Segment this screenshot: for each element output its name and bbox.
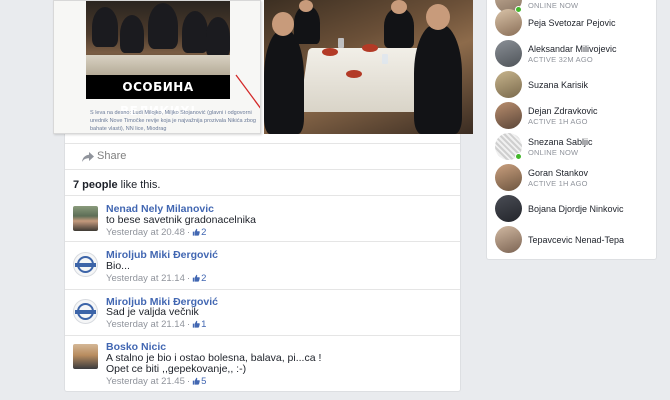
likes-suffix: like this. (117, 179, 161, 191)
chat-friend[interactable]: Tepavcevic Nenad-Tepa (495, 226, 655, 254)
comment-meta: Yesterday at 20.48 · 2 (106, 227, 206, 238)
like-thumb-icon (192, 320, 200, 328)
likes-summary: 7 people like this. (73, 179, 160, 191)
post-media[interactable]: ОСОБИНА ВЕЛИКИХ! S leva na desno: Ludi M… (53, 0, 473, 134)
comment-meta: Yesterday at 21.14 · 2 (106, 273, 206, 284)
chat-friend[interactable]: Snezana Sabljic ONLINE NOW (495, 133, 655, 161)
red-arrow-annotation (235, 74, 260, 109)
friend-name: Tepavcevic Nenad-Tepa (528, 235, 625, 245)
avatar[interactable] (73, 206, 98, 231)
comment-meta: Yesterday at 21.45 · 5 (106, 376, 206, 387)
avatar[interactable] (73, 252, 98, 277)
friend-name: Suzana Karisik (528, 80, 589, 90)
comment-text-line-2: Opet ce biti ,,gepekovanje,, :-) (106, 363, 247, 375)
chat-friend[interactable]: Bojana Djordje Ninkovic (495, 195, 655, 223)
comment-timestamp[interactable]: Yesterday at 21.14 (106, 319, 185, 330)
avatar[interactable] (73, 344, 98, 369)
avatar (495, 40, 522, 67)
like-thumb-icon (192, 377, 200, 385)
chat-friend[interactable]: Aleksandar Milivojevic ACTIVE 32M AGO (495, 40, 655, 68)
meta-separator: · (186, 319, 191, 330)
like-thumb-icon (192, 274, 200, 282)
comment: Nenad Nely Milanovic to bese savetnik gr… (65, 195, 460, 241)
friend-name: Aleksandar Milivojevic (528, 44, 617, 54)
scan-headline: ОСОБИНА ВЕЛИКИХ! (86, 75, 230, 118)
comment: Bosko Nicic A stalno je bio i ostao bole… (65, 335, 460, 390)
comment-like-count[interactable]: 1 (201, 319, 206, 330)
scan-group-photo (86, 1, 230, 75)
comment-timestamp[interactable]: Yesterday at 21.14 (106, 273, 185, 284)
comment-like-count[interactable]: 2 (201, 227, 206, 238)
comment-timestamp[interactable]: Yesterday at 20.48 (106, 227, 185, 238)
avatar (495, 102, 522, 129)
friend-name: Snezana Sabljic (528, 137, 593, 147)
comment: Miroljub Miki Đergović Sad je valjda več… (65, 289, 460, 335)
comment-like-count[interactable]: 5 (201, 376, 206, 387)
meta-separator: · (186, 376, 191, 387)
dinner-photo[interactable] (264, 0, 473, 134)
meta-separator: · (186, 273, 191, 284)
post-card: ОСОБИНА ВЕЛИКИХ! S leva na desno: Ludi M… (53, 0, 473, 392)
comment-like-count[interactable]: 2 (201, 273, 206, 284)
chat-friend[interactable]: Suzana Karisik (495, 71, 655, 99)
comment-timestamp[interactable]: Yesterday at 21.45 (106, 376, 185, 387)
avatar (495, 226, 522, 253)
friend-name: Bojana Djordje Ninkovic (528, 204, 624, 214)
friend-status: ONLINE NOW (528, 148, 579, 157)
like-thumb-icon (192, 228, 200, 236)
comment-text: Sad je valjda večnik (106, 306, 199, 318)
avatar[interactable] (73, 299, 98, 324)
chat-sidebar: ONLINE NOW Peja Svetozar Pejovic Aleksan… (486, 0, 657, 260)
chat-friend[interactable]: Peja Svetozar Pejovic (495, 9, 655, 37)
friend-name: Dejan Zdravkovic (528, 106, 598, 116)
meta-separator: · (186, 227, 191, 238)
avatar (495, 71, 522, 98)
share-button[interactable]: Share (97, 150, 126, 162)
avatar (495, 164, 522, 191)
likes-count-link[interactable]: 7 people (73, 179, 118, 191)
comment-text: to bese savetnik gradonacelnika (106, 214, 257, 226)
comment-meta: Yesterday at 21.14 · 1 (106, 319, 206, 330)
comment-text: Bio... (106, 260, 130, 272)
chat-friend[interactable]: Dejan Zdravkovic ACTIVE 1H AGO (495, 102, 655, 130)
avatar (495, 195, 522, 222)
friend-status: ACTIVE 1H AGO (528, 179, 588, 188)
friend-name: Peja Svetozar Pejovic (528, 18, 616, 28)
online-dot-icon (515, 153, 522, 160)
comment: Miroljub Miki Đergović Bio... Yesterday … (65, 241, 460, 289)
friend-name: Goran Stankov (528, 168, 589, 178)
chat-friend[interactable]: Goran Stankov ACTIVE 1H AGO (495, 164, 655, 192)
share-icon[interactable] (81, 151, 95, 163)
share-action-row: Share (65, 143, 460, 170)
friend-status: ACTIVE 32M AGO (528, 55, 593, 64)
newspaper-scan-image[interactable]: ОСОБИНА ВЕЛИКИХ! S leva na desno: Ludi M… (53, 0, 261, 134)
avatar (495, 9, 522, 36)
friend-status: ACTIVE 1H AGO (528, 117, 588, 126)
